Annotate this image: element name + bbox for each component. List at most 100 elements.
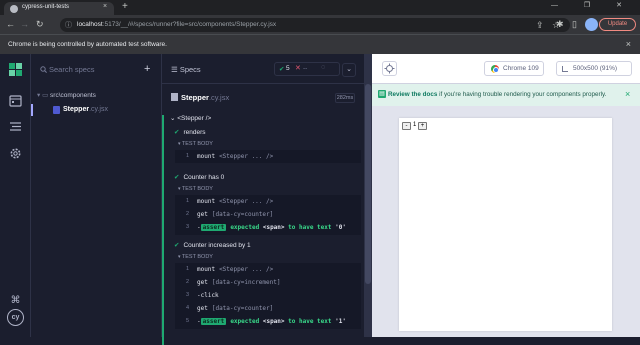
- command-list: 1 mount <Stepper ... /> 2 get [data-cy=inc…: [175, 263, 361, 329]
- command-number: 1: [185, 266, 189, 272]
- command-row[interactable]: 5 - assert expected <span> to have text '1…: [175, 315, 361, 328]
- browser-tab[interactable]: cypress-unit-tests ×: [4, 2, 114, 15]
- tab-close-icon[interactable]: ×: [103, 3, 107, 10]
- update-button[interactable]: Update: [599, 18, 636, 31]
- command-number: 2: [185, 279, 189, 285]
- command-list: 1 mount <Stepper ... />: [175, 150, 361, 163]
- command-number: 2: [185, 211, 189, 217]
- command-text: get [data-cy=counter]: [197, 211, 274, 218]
- test-renders[interactable]: ✔ renders: [174, 128, 206, 136]
- command-row[interactable]: 3 - assert expected <span> to have text '0…: [175, 221, 361, 234]
- command-text: mount <Stepper ... />: [197, 266, 274, 273]
- failed-x-icon: ✕: [295, 65, 301, 72]
- cypress-cy-logo-icon[interactable]: cy: [7, 309, 24, 326]
- browser-tab-strip: cypress-unit-tests × + — ❐ ✕: [0, 0, 640, 15]
- docs-banner-text: Review the docs if you're having trouble…: [388, 91, 607, 98]
- command-row[interactable]: 1 mount <Stepper ... />: [175, 195, 361, 208]
- file-icon: [171, 93, 178, 101]
- docs-banner: ▤ Review the docs if you're having troub…: [372, 84, 640, 106]
- test-counter-has-0[interactable]: ✔ Counter has 0: [174, 173, 224, 181]
- specs-list-icon[interactable]: [9, 120, 22, 133]
- reload-icon[interactable]: ↻: [36, 19, 44, 29]
- command-row[interactable]: 1 mount <Stepper ... />: [175, 263, 361, 276]
- command-text: get [data-cy=counter]: [197, 305, 274, 312]
- app-under-test-panel: Chrome 109 500x500 (91%) ▤ Review the do…: [372, 54, 640, 337]
- spec-item-stepper[interactable]: Stepper.cy.jsx: [31, 104, 161, 116]
- command-text: mount <Stepper ... />: [197, 153, 274, 160]
- command-row[interactable]: 3 -click: [175, 289, 361, 302]
- infobar-close-icon[interactable]: ×: [626, 39, 631, 49]
- specs-toggle[interactable]: ☰ Specs: [171, 65, 201, 74]
- pass-check-icon: ✔: [174, 129, 180, 136]
- forward-arrow-icon[interactable]: →: [20, 19, 29, 29]
- decrement-button[interactable]: -: [402, 122, 411, 130]
- spec-file-name: Stepper.cy.jsx: [63, 106, 108, 113]
- spec-file-header: Stepper.cy.jsx 282ms: [162, 85, 366, 107]
- folder-row[interactable]: ▾ ▭ src\components: [37, 91, 96, 99]
- extensions-icon[interactable]: ✱: [556, 19, 564, 29]
- command-row[interactable]: 4 get [data-cy=counter]: [175, 302, 361, 315]
- selector-playground-button[interactable]: [382, 61, 397, 76]
- chevron-down-icon[interactable]: ⌄: [342, 63, 356, 77]
- side-panel-icon[interactable]: ▯: [572, 19, 577, 29]
- command-text: -click: [197, 292, 219, 299]
- command-number: 1: [185, 153, 189, 159]
- viewport-info[interactable]: 500x500 (91%): [556, 61, 632, 76]
- scrollbar-thumb[interactable]: [365, 84, 371, 284]
- browser-name: Chrome 109: [503, 65, 539, 72]
- book-icon: ▤: [378, 90, 386, 98]
- test-body-label: TEST BODY: [178, 254, 213, 260]
- search-icon: [40, 66, 47, 73]
- increment-button[interactable]: +: [418, 122, 427, 130]
- runnables: ⌄ <Stepper /> ✔renders TEST BODY 1 mount…: [162, 107, 366, 345]
- banner-close-icon[interactable]: ×: [625, 89, 630, 99]
- docs-link[interactable]: Review the docs: [388, 91, 437, 98]
- keyboard-shortcuts-icon[interactable]: ⌘: [9, 294, 22, 307]
- passed-check-icon: ✔: [279, 66, 285, 73]
- spec-file-icon: [53, 106, 60, 114]
- window-controls[interactable]: — ❐ ✕: [551, 1, 634, 9]
- chrome-logo-icon: [491, 65, 499, 73]
- command-row[interactable]: 1 mount <Stepper ... />: [175, 150, 361, 163]
- infobar-message: Chrome is being controlled by automated …: [8, 41, 167, 48]
- command-text: mount <Stepper ... />: [197, 198, 274, 205]
- share-icon[interactable]: ⇪: [536, 20, 544, 30]
- cypress-logo-icon[interactable]: [9, 63, 22, 76]
- runs-calendar-icon[interactable]: [9, 94, 22, 107]
- command-row[interactable]: 2 get [data-cy=increment]: [175, 276, 361, 289]
- active-indicator: [31, 104, 33, 116]
- test-body-label: TEST BODY: [178, 186, 213, 192]
- new-tab-button[interactable]: +: [122, 1, 128, 13]
- suite-title[interactable]: ⌄ <Stepper />: [170, 114, 211, 122]
- search-specs-input[interactable]: Search specs: [49, 65, 94, 74]
- viewport-icon: [562, 66, 568, 72]
- cypress-favicon-icon: [10, 5, 18, 13]
- url-text[interactable]: localhost:5173/__/#/specs/runner?file=sr…: [77, 21, 276, 28]
- browser-selector[interactable]: Chrome 109: [484, 61, 544, 76]
- reporter-resize-handle[interactable]: [364, 54, 372, 337]
- cypress-nav-rail: ⌘ cy: [0, 54, 31, 337]
- spec-title: Stepper.cy.jsx: [181, 93, 230, 102]
- settings-gear-icon[interactable]: [9, 147, 22, 160]
- specs-list-panel: Search specs + ▾ ▭ src\components Steppe…: [31, 54, 162, 337]
- command-number: 5: [185, 318, 189, 324]
- back-arrow-icon[interactable]: ←: [6, 19, 15, 29]
- command-number: 4: [185, 305, 189, 311]
- address-bar[interactable]: ⓘ localhost:5173/__/#/specs/runner?file=…: [60, 18, 570, 32]
- add-spec-button[interactable]: +: [144, 63, 150, 75]
- command-row[interactable]: 2 get [data-cy=counter]: [175, 208, 361, 221]
- profile-avatar[interactable]: [585, 18, 598, 31]
- browser-toolbar: ← → ↻ ⓘ localhost:5173/__/#/specs/runner…: [0, 15, 640, 34]
- failed-count: --: [303, 65, 308, 72]
- test-body-label: TEST BODY: [178, 141, 213, 147]
- command-log-reporter: ☰ Specs ✔ 5 ✕ -- ◌ ⌄ Stepper.cy.jsx 282m…: [162, 54, 366, 345]
- pass-check-icon: ✔: [174, 242, 180, 249]
- automation-infobar: Chrome is being controlled by automated …: [0, 34, 640, 54]
- passed-count: 5: [286, 65, 290, 72]
- reporter-header: ☰ Specs ✔ 5 ✕ -- ◌ ⌄: [162, 54, 366, 84]
- viewport-size: 500x500 (91%): [573, 65, 618, 72]
- aut-header: Chrome 109 500x500 (91%): [372, 54, 640, 84]
- info-icon[interactable]: ⓘ: [65, 20, 72, 30]
- test-counter-increased[interactable]: ✔ Counter increased by 1: [174, 241, 251, 249]
- command-number: 3: [185, 292, 189, 298]
